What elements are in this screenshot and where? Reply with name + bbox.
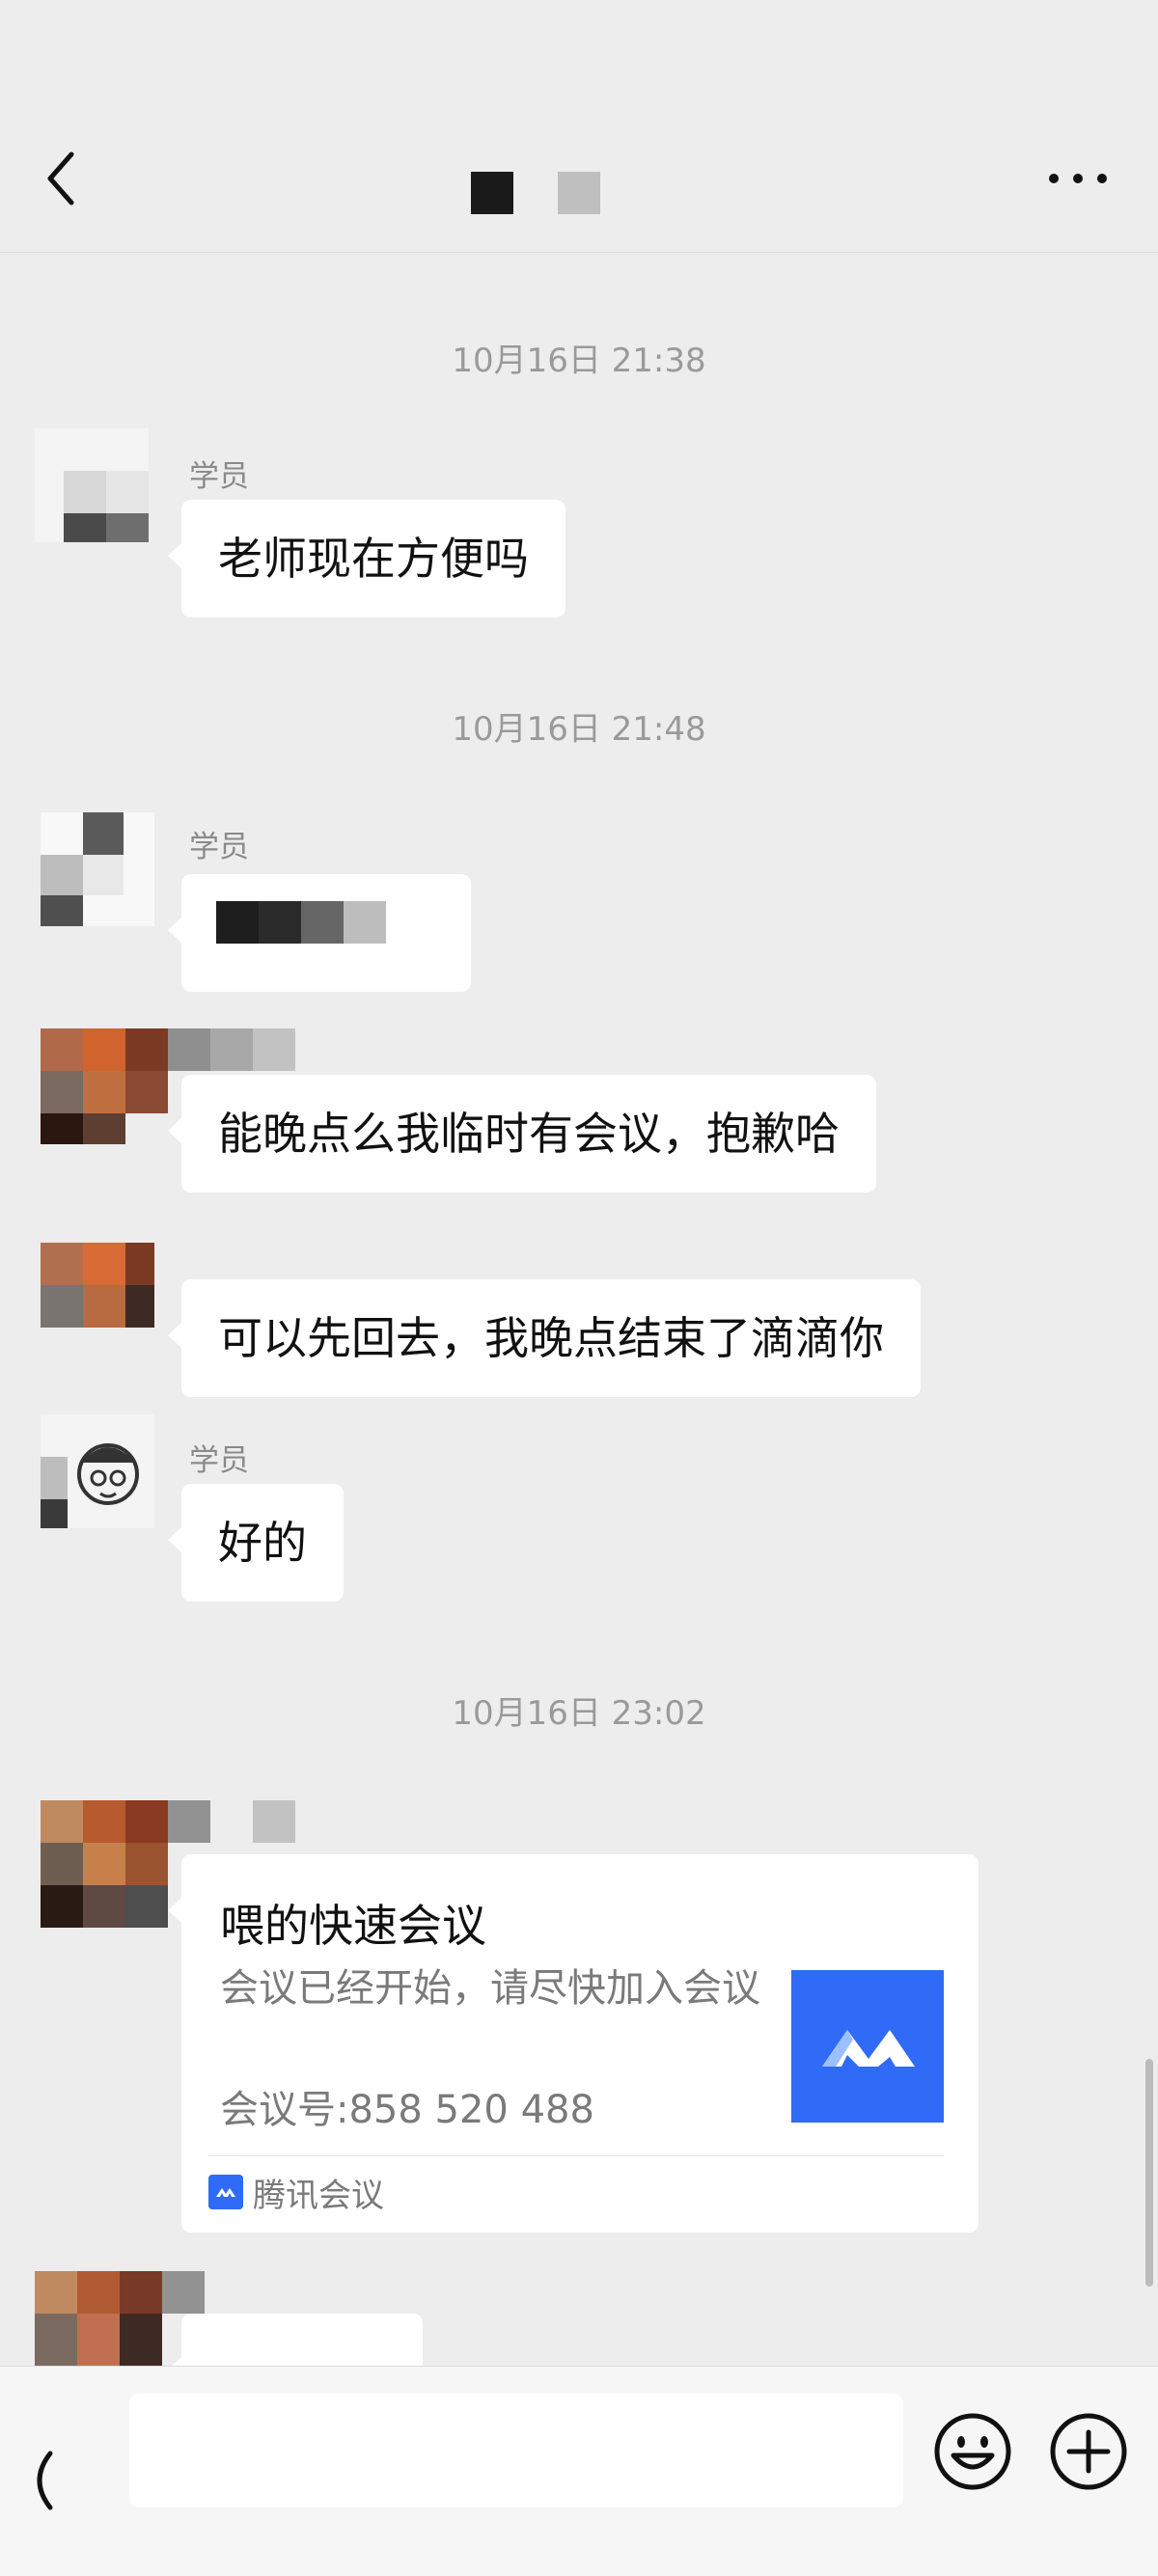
more-button[interactable] (1044, 154, 1112, 203)
voice-button[interactable] (21, 2442, 60, 2519)
sender-name: 学员 (189, 830, 249, 864)
timestamp: 10月16日 21:38 (452, 342, 706, 380)
chevron-left-icon (47, 151, 74, 206)
message-bubble-redacted[interactable] (168, 874, 471, 992)
card-meeting-id: 会议号:858 520 488 (220, 2088, 594, 2132)
scrollbar[interactable] (1145, 2059, 1153, 2287)
more-dots-icon (1049, 174, 1107, 183)
message-bubble[interactable]: 好的 (168, 1484, 344, 1602)
message-input[interactable] (129, 2394, 903, 2507)
avatar[interactable] (41, 1414, 154, 1528)
voice-icon (37, 2451, 53, 2510)
emoji-icon (934, 2413, 1011, 2490)
back-button[interactable] (39, 145, 87, 212)
tencent-meeting-icon (208, 2175, 243, 2209)
cartoon-avatar-icon (77, 1443, 139, 1505)
message-bubble-redacted[interactable] (168, 2314, 423, 2383)
input-bar (0, 2366, 1158, 2576)
message-bubble[interactable]: 老师现在方便吗 (168, 500, 565, 617)
card-title: 喂的快速会议 (220, 1900, 486, 1952)
sender-name: 学员 (189, 459, 249, 494)
meeting-card[interactable]: 喂的快速会议 会议已经开始，请尽快加入会议 会议号:858 520 488 腾讯… (168, 1854, 979, 2233)
plus-icon (1050, 2413, 1127, 2490)
redacted-block (558, 172, 600, 214)
plus-button[interactable] (1048, 2411, 1129, 2492)
card-description: 会议已经开始，请尽快加入会议 (220, 1966, 760, 2011)
avatar[interactable] (41, 812, 154, 926)
tencent-meeting-logo-icon (791, 1970, 944, 2123)
sender-name: 学员 (189, 1443, 249, 1478)
emoji-button[interactable] (932, 2411, 1013, 2492)
message-bubble[interactable]: 可以先回去，我晚点结束了滴滴你 (168, 1279, 921, 1397)
card-divider (208, 2155, 944, 2156)
timestamp: 10月16日 23:02 (452, 1694, 706, 1733)
avatar[interactable] (35, 428, 149, 542)
message-bubble[interactable]: 能晚点么我临时有会议，抱歉哈 (168, 1075, 876, 1192)
chat-header (0, 0, 1158, 253)
chat-screen: 10月16日 21:38 学员 老师现在方便吗 10月16日 21:48 学员 (0, 0, 1158, 2576)
timestamp: 10月16日 21:48 (452, 710, 706, 749)
card-source-label: 腾讯会议 (253, 2176, 384, 2215)
avatar[interactable] (41, 1243, 154, 1357)
redacted-block (471, 172, 513, 214)
card-source: 腾讯会议 (208, 2173, 384, 2215)
